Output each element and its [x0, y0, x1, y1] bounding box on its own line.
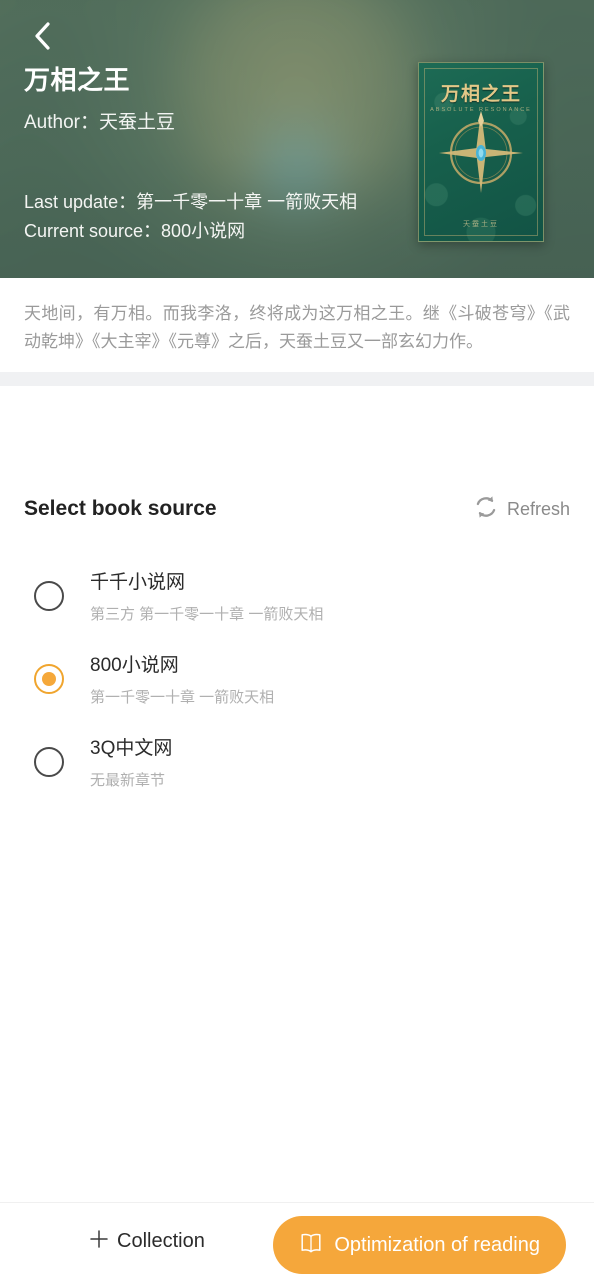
source-name: 千千小说网	[90, 572, 186, 593]
blank-spacer	[0, 386, 594, 486]
book-source-item[interactable]: 3Q中文网 无最新章节	[24, 720, 570, 803]
source-name: 800小说网	[90, 655, 179, 676]
header-title-group: 万相之王 Author：天蚕土豆	[24, 65, 424, 134]
source-subtitle: 无最新章节	[90, 772, 166, 789]
book-header: 万相之王 Author：天蚕土豆 Last update：第一千零一十章 一箭败…	[0, 0, 594, 278]
plus-icon	[88, 1228, 110, 1255]
section-divider-band	[0, 372, 594, 386]
back-button[interactable]	[20, 16, 64, 56]
book-description-text: 天地间，有万相。而我李洛，终将成为这万相之王。继《斗破苍穹》《武动乾坤》《大主宰…	[24, 304, 570, 351]
header-meta-group: Last update：第一千零一十章 一箭败天相 Current source…	[24, 188, 357, 246]
source-radio-button-selected[interactable]	[34, 663, 64, 694]
book-description-block: 天地间，有万相。而我李洛，终将成为这万相之王。继《斗破苍穹》《武动乾坤》《大主宰…	[0, 278, 594, 372]
collection-label: Collection	[117, 1230, 205, 1252]
source-radio-button[interactable]	[34, 746, 64, 777]
cover-emblem-icon	[439, 111, 523, 193]
book-source-list: 千千小说网 第三方 第一千零一十章 一箭败天相 800小说网 第一千零一十章 一…	[24, 554, 570, 803]
source-radio-button[interactable]	[34, 580, 64, 611]
refresh-icon	[473, 494, 499, 525]
bottom-action-bar: Collection Optimization of reading	[0, 1202, 594, 1280]
cover-author: 天蚕土豆	[463, 221, 499, 228]
optimization-of-reading-button[interactable]: Optimization of reading	[273, 1216, 566, 1274]
source-subtitle: 第一千零一十章 一箭败天相	[90, 689, 275, 706]
add-to-collection-button[interactable]: Collection	[88, 1228, 205, 1255]
source-text-group: 800小说网 第一千零一十章 一箭败天相	[90, 650, 274, 707]
optimize-label: Optimization of reading	[334, 1233, 540, 1256]
source-name: 3Q中文网	[90, 738, 173, 759]
book-source-item[interactable]: 800小说网 第一千零一十章 一箭败天相	[24, 637, 570, 720]
book-author: Author：天蚕土豆	[24, 111, 175, 133]
source-subtitle: 第三方 第一千零一十章 一箭败天相	[90, 606, 324, 623]
book-source-item[interactable]: 千千小说网 第三方 第一千零一十章 一箭败天相	[24, 554, 570, 637]
source-text-group: 3Q中文网 无最新章节	[90, 733, 172, 790]
last-update-text: Last update：第一千零一十章 一箭败天相	[24, 192, 358, 212]
cover-title: 万相之王	[440, 84, 521, 105]
current-source-text: Current source：800小说网	[24, 221, 246, 242]
select-book-source-section: Select book source Refresh 千千小说网 第三方 第一千…	[0, 486, 594, 803]
chevron-left-icon	[32, 20, 52, 52]
source-section-header: Select book source Refresh	[24, 486, 570, 532]
section-title: Select book source	[24, 497, 217, 520]
page-title: 万相之王	[24, 65, 131, 95]
source-text-group: 千千小说网 第三方 第一千零一十章 一箭败天相	[90, 567, 323, 624]
book-cover-thumbnail[interactable]: 万相之王 ABSOLUTE RESONANCE 天蚕土豆	[418, 62, 544, 242]
refresh-button[interactable]: Refresh	[473, 494, 570, 525]
refresh-label: Refresh	[506, 498, 570, 519]
open-book-icon	[299, 1232, 323, 1259]
